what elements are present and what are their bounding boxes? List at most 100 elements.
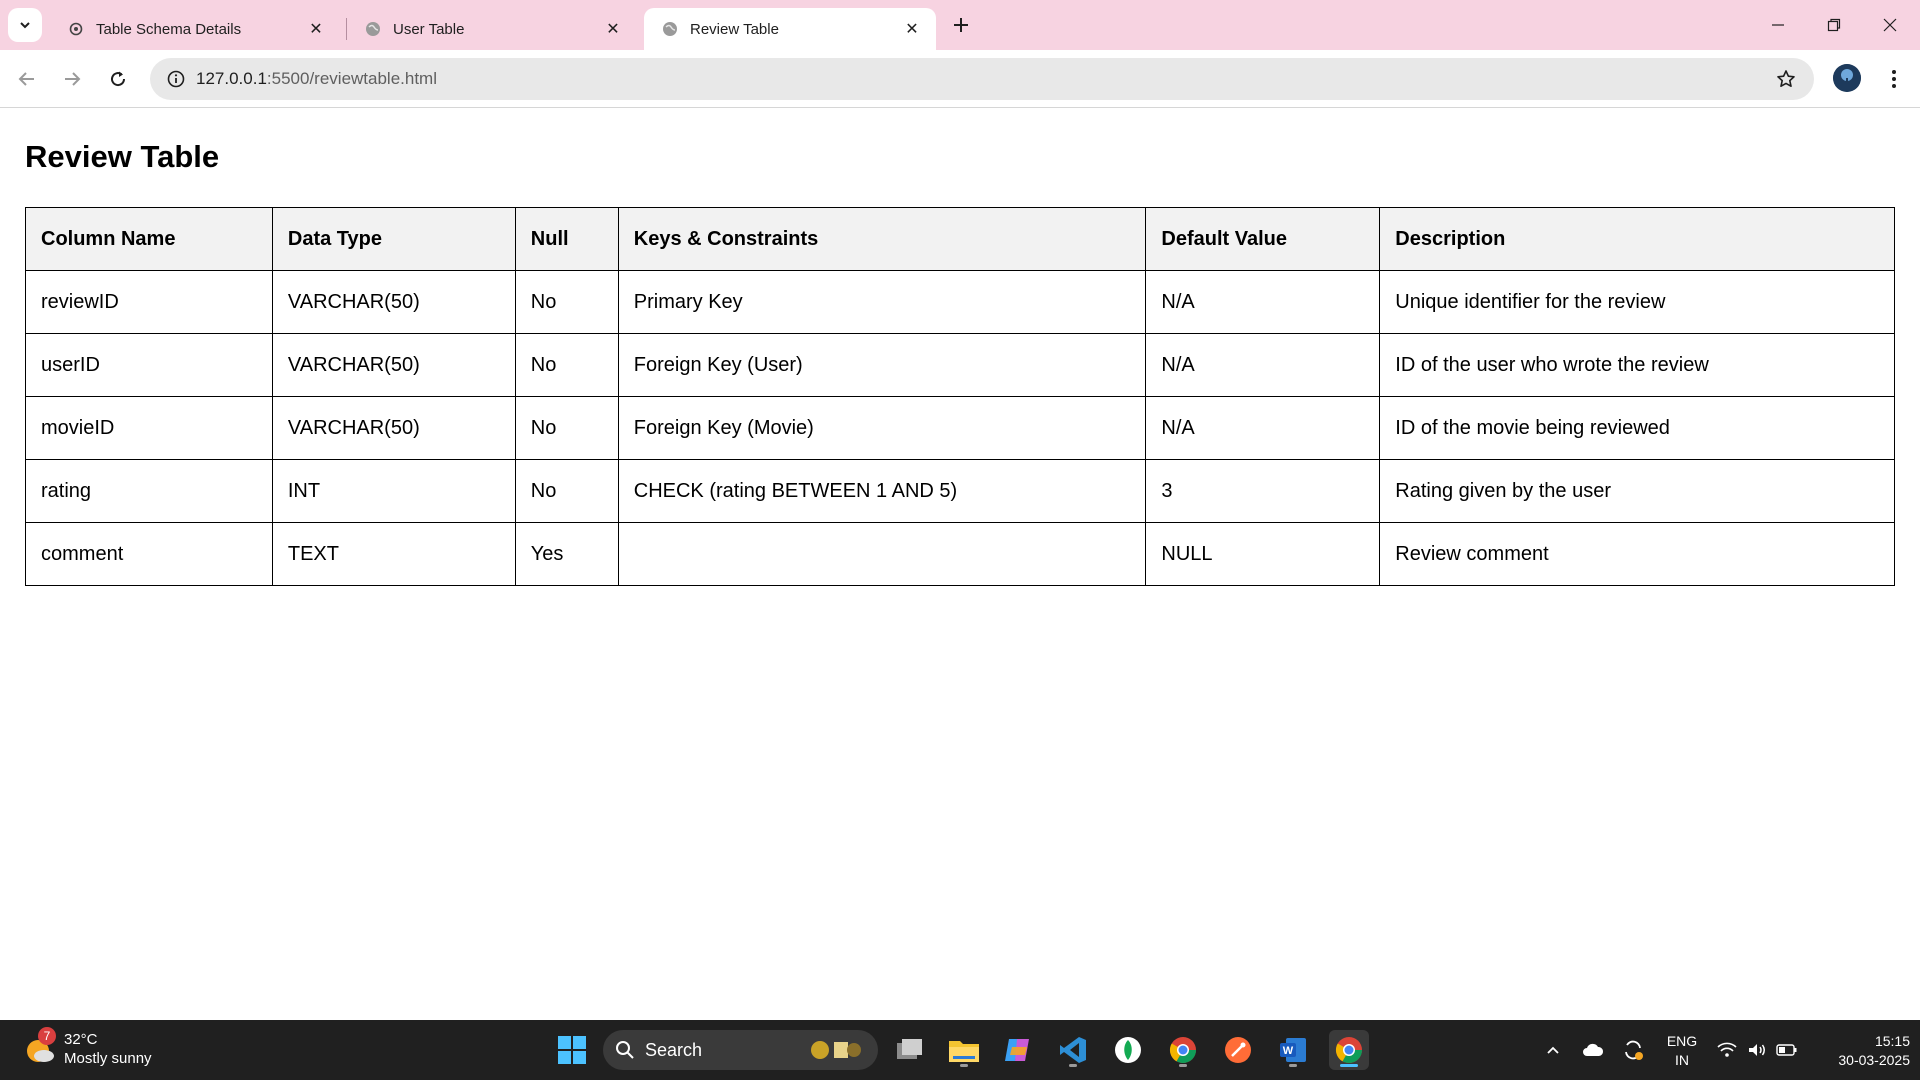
tab-review-table[interactable]: Review Table ✕ [644, 8, 936, 50]
input-language[interactable]: ENG IN [1666, 1032, 1698, 1070]
show-hidden-icons-button[interactable] [1540, 1020, 1566, 1080]
close-icon[interactable]: ✕ [902, 19, 922, 39]
address-bar[interactable]: 127.0.0.1:5500/reviewtable.html [150, 58, 1814, 100]
close-icon[interactable]: ✕ [603, 19, 623, 39]
forward-button[interactable] [57, 64, 87, 94]
globe-icon [366, 22, 380, 36]
chrome-active-button[interactable] [1329, 1030, 1369, 1070]
arrow-left-icon [18, 72, 34, 86]
cell-keys-constraints [617, 522, 1147, 586]
reload-button[interactable] [103, 64, 133, 94]
tab-user-table[interactable]: User Table ✕ [347, 8, 637, 50]
weather-badge: 7 [38, 1027, 56, 1045]
chrome-icon [1169, 1037, 1197, 1064]
system-clock[interactable]: 15:15 30-03-2025 [1810, 1032, 1910, 1070]
weather-widget[interactable]: 7 32°C Mostly sunny [24, 1027, 152, 1068]
chrome-button[interactable] [1163, 1030, 1203, 1070]
url-path: :5500/reviewtable.html [266, 69, 437, 88]
gear-icon [69, 22, 83, 36]
table-row: reviewID VARCHAR(50) No Primary Key N/A … [25, 270, 1895, 334]
tab-title: Review Table [690, 20, 779, 38]
cell-null: No [514, 459, 619, 523]
clock-time: 15:15 [1874, 1033, 1910, 1049]
running-indicator [1069, 1064, 1077, 1067]
tab-search-button[interactable] [8, 8, 42, 42]
tab-title: Table Schema Details [96, 20, 242, 38]
bookmark-star-icon[interactable] [1776, 69, 1796, 94]
table-header-row: Column Name Data Type Null Keys & Constr… [25, 207, 1895, 271]
start-button[interactable] [552, 1030, 592, 1070]
more-vert-icon [1892, 70, 1896, 88]
cell-data-type: VARCHAR(50) [271, 333, 516, 397]
weather-sun-icon: 7 [24, 1027, 56, 1065]
header-description: Description [1379, 207, 1895, 271]
page-content: Review Table Column Name Data Type Null … [0, 109, 1920, 1020]
postman-button[interactable] [1218, 1030, 1258, 1070]
vscode-button[interactable] [1053, 1030, 1093, 1070]
cell-description: Unique identifier for the review [1379, 270, 1895, 334]
word-icon: W [1280, 1038, 1306, 1062]
restore-button[interactable] [1806, 0, 1862, 50]
onedrive-tray[interactable] [1580, 1020, 1606, 1080]
header-default-value: Default Value [1145, 207, 1381, 271]
profile-avatar[interactable] [1833, 64, 1861, 92]
tab-table-schema-details[interactable]: Table Schema Details ✕ [50, 8, 340, 50]
running-indicator [1179, 1064, 1187, 1067]
browser-menu-button[interactable] [1880, 64, 1908, 94]
close-window-button[interactable] [1862, 0, 1918, 50]
header-data-type: Data Type [271, 207, 516, 271]
table-row: userID VARCHAR(50) No Foreign Key (User)… [25, 333, 1895, 397]
cell-description: Review comment [1379, 522, 1895, 586]
battery-tray[interactable] [1774, 1020, 1800, 1080]
chrome-icon [1335, 1037, 1363, 1064]
vscode-icon [1060, 1037, 1086, 1063]
site-info-icon[interactable] [156, 70, 196, 88]
mongodb-compass-button[interactable] [1108, 1030, 1148, 1070]
folder-icon [949, 1041, 979, 1062]
cell-default-value: N/A [1145, 270, 1381, 334]
cell-data-type: VARCHAR(50) [271, 270, 516, 334]
globe-icon [663, 22, 677, 36]
battery-icon [1776, 1044, 1797, 1056]
cell-column-name: rating [25, 459, 273, 523]
file-explorer-button[interactable] [944, 1030, 984, 1070]
copilot-button[interactable] [998, 1030, 1038, 1070]
wifi-tray[interactable] [1714, 1020, 1740, 1080]
cell-column-name: reviewID [25, 270, 273, 334]
new-tab-button[interactable] [946, 10, 976, 40]
cell-description: ID of the user who wrote the review [1379, 333, 1895, 397]
reload-icon [111, 71, 126, 87]
tab-title: User Table [393, 20, 465, 38]
plus-icon [954, 18, 968, 32]
sync-icon [1625, 1040, 1643, 1060]
cell-keys-constraints: Primary Key [617, 270, 1147, 334]
url-text[interactable]: 127.0.0.1:5500/reviewtable.html [196, 69, 437, 89]
task-view-button[interactable] [889, 1030, 929, 1070]
close-icon[interactable]: ✕ [306, 19, 326, 39]
speaker-icon [1749, 1044, 1765, 1056]
cell-null: No [514, 270, 619, 334]
svg-text:W: W [1283, 1045, 1294, 1057]
weather-temp: 32°C [64, 1031, 98, 1048]
postman-icon [1225, 1037, 1251, 1063]
minimize-button[interactable] [1750, 0, 1806, 50]
back-button[interactable] [12, 64, 42, 94]
cell-null: Yes [514, 522, 619, 586]
sync-tray[interactable] [1620, 1020, 1646, 1080]
table-row: rating INT No CHECK (rating BETWEEN 1 AN… [25, 459, 1895, 523]
cell-column-name: userID [25, 333, 273, 397]
taskbar-search[interactable]: Search [603, 1030, 878, 1070]
word-button[interactable]: W [1273, 1030, 1313, 1070]
arrow-right-icon [65, 72, 81, 86]
restore-icon [1827, 18, 1841, 32]
avatar-icon [1833, 64, 1861, 92]
lang-line-2: IN [1675, 1052, 1689, 1068]
clock-date: 30-03-2025 [1838, 1052, 1910, 1068]
cell-default-value: N/A [1145, 396, 1381, 460]
search-highlight-icon [811, 1041, 861, 1059]
volume-tray[interactable] [1744, 1020, 1770, 1080]
url-host: 127.0.0.1 [196, 69, 267, 88]
windows-taskbar: 7 32°C Mostly sunny Search W ENG IN 15:1… [0, 1020, 1920, 1080]
cloud-icon [1583, 1043, 1604, 1056]
header-keys-constraints: Keys & Constraints [617, 207, 1147, 271]
